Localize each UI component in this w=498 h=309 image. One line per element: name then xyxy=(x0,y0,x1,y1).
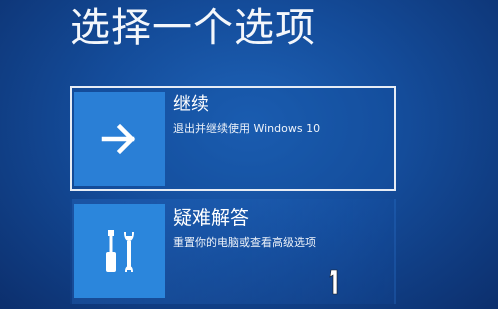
arrow-right-icon xyxy=(100,122,140,156)
continue-title: 继续 xyxy=(173,94,209,115)
page-title: 选择一个选项 xyxy=(70,5,316,51)
continue-option-button[interactable]: 继续 退出并继续使用 Windows 10 xyxy=(70,86,396,191)
mouse-cursor-icon xyxy=(324,268,342,296)
recovery-screen: 选择一个选项 继续 退出并继续使用 Windows 10 疑难解答 重置你的电脑… xyxy=(0,0,498,309)
troubleshoot-title: 疑难解答 xyxy=(173,207,250,229)
continue-description: 退出并继续使用 Windows 10 xyxy=(173,122,321,135)
tools-icon xyxy=(100,226,140,276)
troubleshoot-description: 重置你的电脑或查看高级选项 xyxy=(173,236,316,249)
troubleshoot-option-button[interactable]: 疑难解答 重置你的电脑或查看高级选项 xyxy=(70,199,396,304)
troubleshoot-tile xyxy=(74,204,165,298)
continue-tile xyxy=(74,92,165,186)
